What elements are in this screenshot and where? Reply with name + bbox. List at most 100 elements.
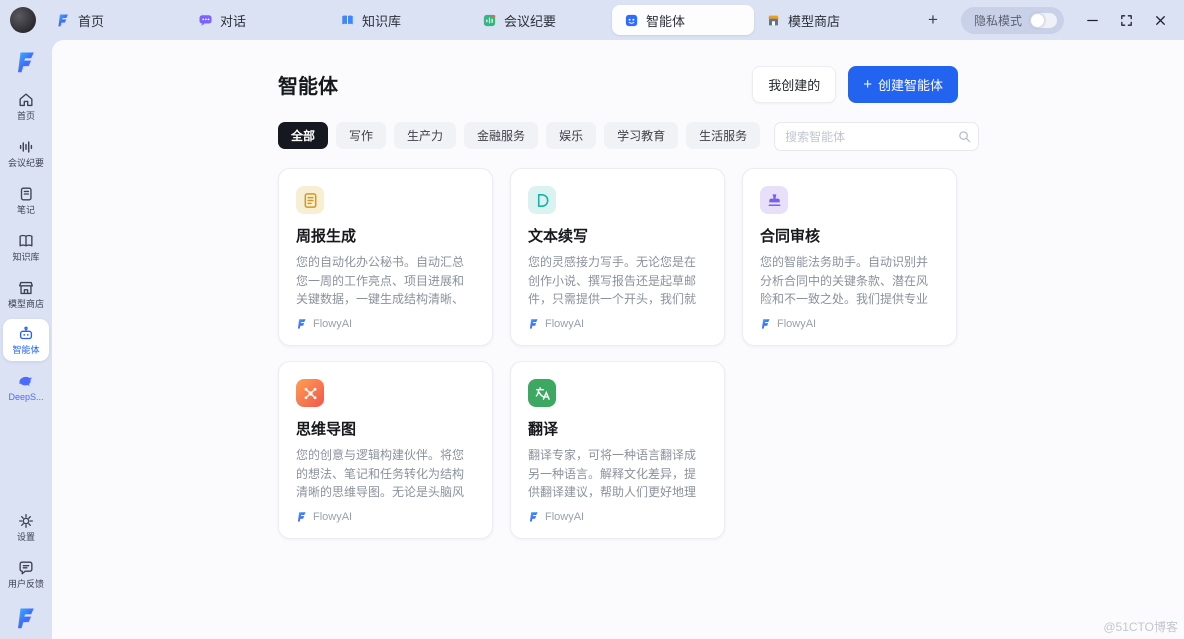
filter-productivity[interactable]: 生产力 — [394, 122, 456, 149]
tab-label: 对话 — [220, 11, 246, 30]
page-header: 智能体 我创建的 + 创建智能体 — [278, 66, 958, 103]
tab-home[interactable]: 首页 — [44, 5, 186, 35]
provider-name: FlowyAI — [545, 318, 584, 330]
titlebar-right: 隐私模式 — [961, 7, 1172, 34]
tab-label: 首页 — [78, 11, 104, 30]
home-icon — [17, 91, 35, 109]
agent-icon — [624, 13, 639, 28]
sidebar-item-label: 笔记 — [17, 206, 35, 216]
my-created-button[interactable]: 我创建的 — [752, 66, 836, 103]
agent-card-description: 您的灵感接力写手。无论您是在创作小说、撰写报告还是起草邮件，只需提供一个开头，我… — [528, 253, 707, 310]
filter-writing[interactable]: 写作 — [336, 122, 386, 149]
sidebar: 首页 会议纪要 笔记 知识库 模型商店 — [0, 40, 52, 639]
notebook-icon — [17, 185, 35, 203]
tab-label: 知识库 — [362, 11, 401, 30]
sidebar-item-label: 知识库 — [12, 253, 39, 263]
close-button[interactable] — [1148, 8, 1172, 32]
agent-card-title: 周报生成 — [296, 225, 475, 246]
meeting-record-icon — [482, 13, 497, 28]
search-input[interactable] — [774, 122, 979, 151]
filter-finance[interactable]: 金融服务 — [464, 122, 538, 149]
sidebar-item-label: 会议纪要 — [8, 159, 44, 169]
flowyai-logo-icon — [528, 511, 540, 523]
flowy-logo-icon — [14, 50, 39, 75]
titlebar: 首页 对话 知识库 会议纪要 智能体 — [0, 0, 1184, 40]
sidebar-item-label: 用户反馈 — [8, 580, 44, 590]
chat-icon — [198, 13, 213, 28]
flowy-logo-icon — [56, 13, 71, 28]
create-agent-button[interactable]: + 创建智能体 — [848, 66, 958, 103]
sidebar-item-notes[interactable]: 笔记 — [3, 179, 49, 221]
flowyai-logo-icon — [296, 318, 308, 330]
sidebar-item-feedback[interactable]: 用户反馈 — [3, 553, 49, 595]
flowyai-logo-icon — [528, 318, 540, 330]
sidebar-item-knowledge-base[interactable]: 知识库 — [3, 226, 49, 268]
search-icon — [958, 130, 971, 143]
stamp-icon — [760, 186, 788, 214]
agent-card-provider: FlowyAI — [528, 318, 707, 330]
agent-card-contract-review[interactable]: 合同审核 您的智能法务助手。自动识别并分析合同中的关键条款、潜在风险和不一致之处… — [742, 168, 957, 346]
provider-name: FlowyAI — [313, 511, 352, 523]
agent-card-mind-map[interactable]: 思维导图 您的创意与逻辑构建伙伴。将您的想法、笔记和任务转化为结构清晰的思维导图… — [278, 361, 493, 539]
agent-card-provider: FlowyAI — [528, 511, 707, 523]
agent-card-text-continuation[interactable]: 文本续写 您的灵感接力写手。无论您是在创作小说、撰写报告还是起草邮件，只需提供一… — [510, 168, 725, 346]
sidebar-item-model-store[interactable]: 模型商店 — [3, 273, 49, 315]
robot-icon — [17, 325, 35, 343]
store-icon — [766, 13, 781, 28]
filter-life-services[interactable]: 生活服务 — [686, 122, 760, 149]
user-avatar[interactable] — [10, 7, 36, 33]
privacy-mode-label: 隐私模式 — [974, 12, 1022, 29]
gear-icon — [17, 512, 35, 530]
main-panel: 智能体 我创建的 + 创建智能体 全部 写作 生产力 金融服务 娱乐 学习教育 — [52, 40, 1184, 639]
provider-name: FlowyAI — [545, 511, 584, 523]
agents-page: 智能体 我创建的 + 创建智能体 全部 写作 生产力 金融服务 娱乐 学习教育 — [278, 40, 958, 539]
sidebar-item-label: 模型商店 — [8, 300, 44, 310]
minimize-button[interactable] — [1080, 8, 1104, 32]
feedback-bubble-icon — [17, 559, 35, 577]
new-tab-button[interactable]: + — [918, 5, 948, 35]
agent-card-title: 合同审核 — [760, 225, 939, 246]
book-icon — [340, 13, 355, 28]
privacy-mode-toggle[interactable]: 隐私模式 — [961, 7, 1064, 34]
sidebar-item-home[interactable]: 首页 — [3, 85, 49, 127]
sidebar-item-label: 智能体 — [12, 346, 39, 356]
search-box — [774, 122, 979, 151]
filter-education[interactable]: 学习教育 — [604, 122, 678, 149]
sidebar-item-deepseek[interactable]: DeepS... — [3, 366, 49, 408]
create-agent-label: 创建智能体 — [878, 75, 943, 94]
watermark: @51CTO博客 — [1103, 618, 1178, 635]
sidebar-item-label: 首页 — [17, 112, 35, 122]
tab-knowledge-base[interactable]: 知识库 — [328, 5, 470, 35]
sidebar-item-agents[interactable]: 智能体 — [3, 319, 49, 361]
filter-entertainment[interactable]: 娱乐 — [546, 122, 596, 149]
agent-card-grid: 周报生成 您的自动化办公秘书。自动汇总您一周的工作亮点、项目进展和关键数据，一键… — [278, 168, 958, 539]
maximize-button[interactable] — [1114, 8, 1138, 32]
tab-agents[interactable]: 智能体 — [612, 5, 754, 35]
agent-card-provider: FlowyAI — [296, 318, 475, 330]
mindmap-icon — [296, 379, 324, 407]
toggle-switch[interactable] — [1030, 13, 1057, 28]
agent-card-title: 文本续写 — [528, 225, 707, 246]
agent-card-translate[interactable]: 翻译 翻译专家，可将一种语言翻译成另一种语言。解释文化差异，提供翻译建议，帮助人… — [510, 361, 725, 539]
agent-card-description: 您的自动化办公秘书。自动汇总您一周的工作亮点、项目进展和关键数据，一键生成结构清… — [296, 253, 475, 310]
waveform-icon — [17, 138, 35, 156]
tab-meeting-notes[interactable]: 会议纪要 — [470, 5, 612, 35]
agent-card-title: 翻译 — [528, 418, 707, 439]
store-icon — [17, 279, 35, 297]
agent-card-title: 思维导图 — [296, 418, 475, 439]
tab-model-store[interactable]: 模型商店 — [754, 5, 896, 35]
sidebar-item-settings[interactable]: 设置 — [3, 506, 49, 548]
tab-chat[interactable]: 对话 — [186, 5, 328, 35]
filter-all[interactable]: 全部 — [278, 122, 328, 149]
provider-name: FlowyAI — [313, 318, 352, 330]
agent-card-provider: FlowyAI — [296, 511, 475, 523]
whale-icon — [17, 372, 35, 390]
sidebar-item-label: DeepS... — [8, 393, 43, 403]
app-body: 首页 会议纪要 笔记 知识库 模型商店 — [0, 40, 1184, 639]
tab-label: 模型商店 — [788, 11, 840, 30]
page-title: 智能体 — [278, 70, 338, 99]
flowyai-logo-icon — [760, 318, 772, 330]
agent-card-weekly-report[interactable]: 周报生成 您的自动化办公秘书。自动汇总您一周的工作亮点、项目进展和关键数据，一键… — [278, 168, 493, 346]
sidebar-item-meeting-notes[interactable]: 会议纪要 — [3, 132, 49, 174]
agent-card-description: 翻译专家，可将一种语言翻译成另一种语言。解释文化差异，提供翻译建议，帮助人们更好… — [528, 446, 707, 503]
